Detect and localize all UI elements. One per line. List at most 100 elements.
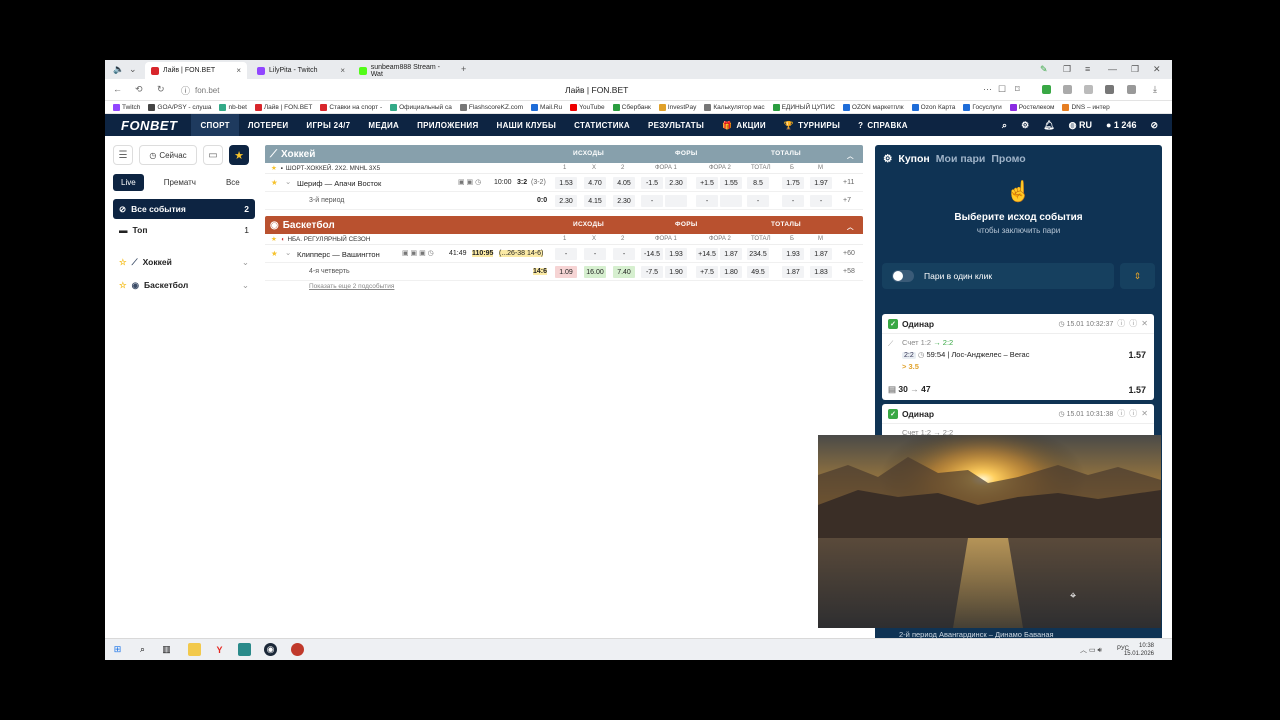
star-icon[interactable]: ★ <box>271 249 278 258</box>
bet-card[interactable]: ✓ Одинар ◷ 15.01 10:32:37 ⓘ ⓘ ✕ ⟋ Счет 1… <box>882 314 1154 400</box>
site-info-icon[interactable]: ⓘ <box>181 84 190 97</box>
star-icon[interactable]: ★ <box>271 165 277 172</box>
sidebar-item-all-events[interactable]: ⊘ Все события 2 <box>113 199 255 219</box>
odds-cell[interactable]: 234.5 <box>747 248 769 260</box>
odds-cell[interactable] <box>720 195 742 207</box>
bookmark-item[interactable]: OZON маркетплк <box>842 103 904 111</box>
odds-cell[interactable]: +1.5 <box>696 177 718 189</box>
odds-cell[interactable]: 2.30 <box>613 195 635 207</box>
bookmark-item[interactable]: Официальный са <box>390 103 452 111</box>
extension-icon[interactable]: ✎ <box>1040 64 1048 75</box>
odds-cell[interactable]: -14.5 <box>641 248 663 260</box>
maximize-icon[interactable]: ❐ <box>1131 64 1139 75</box>
period-row-hockey[interactable]: 3-й период 0:0 2.30 4.15 2.30- - - - - +7 <box>265 192 863 210</box>
task-view-icon[interactable]: ▥ <box>160 643 173 656</box>
tab-manager-icon[interactable]: ❐ <box>1063 64 1071 75</box>
steam-icon[interactable]: ◉ <box>264 643 277 656</box>
outcomes-header[interactable]: ИСХОДЫ <box>573 150 604 157</box>
fonbet-logo[interactable]: FONBET <box>121 118 177 133</box>
info-icon[interactable]: ⓘ <box>1117 318 1125 329</box>
odds-cell[interactable]: 1.53 <box>555 177 577 189</box>
odds-cell[interactable]: 1.90 <box>665 266 687 278</box>
download-icon[interactable]: ⤓ <box>1153 84 1157 95</box>
odds-cell[interactable]: 4.05 <box>613 177 635 189</box>
bookmark-item[interactable]: nb-bet <box>219 103 247 111</box>
more-markets-link[interactable]: +11 <box>843 179 854 186</box>
balance[interactable]: ● 1 246 <box>1106 120 1136 130</box>
totals-header[interactable]: ТОТАЛЫ <box>771 221 801 228</box>
nav-help[interactable]: ? СПРАВКА <box>849 114 917 136</box>
odds-cell[interactable]: 8.5 <box>747 177 769 189</box>
bookmarks-icon[interactable]: ⌑ <box>1015 84 1020 95</box>
odds-cell[interactable]: - <box>696 195 718 207</box>
odds-cell[interactable]: 1.09 <box>555 266 577 278</box>
favorites-button[interactable]: ★ <box>229 145 249 165</box>
tab-fonbet[interactable]: Лайв | FON.BET × <box>145 62 247 79</box>
help-icon[interactable]: ⓘ <box>1129 318 1137 329</box>
back-icon[interactable]: ← <box>113 84 122 94</box>
odds-cell[interactable]: - <box>555 248 577 260</box>
app-icon[interactable] <box>291 643 304 656</box>
odds-cell[interactable]: +7.5 <box>696 266 718 278</box>
odds-cell[interactable]: - <box>641 195 663 207</box>
event-row-hockey[interactable]: ★ ⌄ Шериф — Апачи Восток ▣ ▣ ◷ 10:00 3:2… <box>265 174 863 192</box>
bookmark-item[interactable]: Ростелеком <box>1009 103 1054 111</box>
odds-cell[interactable]: -7.5 <box>641 266 663 278</box>
media-icon[interactable] <box>1105 85 1114 94</box>
minimize-icon[interactable]: — <box>1108 64 1117 74</box>
collapse-icon[interactable]: ︿ <box>847 150 854 160</box>
stats-icon[interactable]: ▣ ▣ ▣ ◷ <box>402 249 434 257</box>
tab-promo[interactable]: Промо <box>991 153 1025 165</box>
odds-cell[interactable]: 7.40 <box>613 266 635 278</box>
nav-tournaments[interactable]: 🏆 ТУРНИРЫ <box>775 114 849 136</box>
calculator-icon[interactable] <box>238 643 251 656</box>
nav-media[interactable]: МЕДИА <box>359 114 408 136</box>
bookmark-item[interactable]: Лайв | FON.BET <box>254 103 312 111</box>
filter-button[interactable]: ☰ <box>113 145 133 165</box>
odds-cell[interactable]: - <box>584 248 606 260</box>
shield-icon[interactable] <box>1042 85 1051 94</box>
extensions-icon[interactable] <box>1084 85 1093 94</box>
bookmark-item[interactable]: Ozon Карта <box>911 103 955 111</box>
globe-icon[interactable] <box>1063 85 1072 94</box>
odds-cell[interactable]: 1.87 <box>810 248 832 260</box>
event-row-basketball[interactable]: ★ ⌄ Клипперс — Вашингтон ▣ ▣ ▣ ◷ 41:49 1… <box>265 245 863 263</box>
bookmark-item[interactable]: Госуслуги <box>963 103 1002 111</box>
odds-cell[interactable]: 1.97 <box>810 177 832 189</box>
bookmark-item[interactable]: Twitch <box>113 103 140 111</box>
nav-sport[interactable]: СПОРТ <box>191 114 239 136</box>
sidebar-item-top[interactable]: ▬ Топ 1 <box>113 219 255 241</box>
odds-cell[interactable]: - <box>810 195 832 207</box>
windows-start-icon[interactable]: ⊞ <box>111 643 124 656</box>
nav-games[interactable]: ИГРЫ 24/7 <box>297 114 359 136</box>
league-row-basketball[interactable]: ★ ◖ НБА. РЕГУЛЯРНЫЙ СЕЗОН 1 X 2 ФОРА 1 Ф… <box>265 234 863 245</box>
totals-header[interactable]: ТОТАЛЫ <box>771 150 801 157</box>
nav-statistics[interactable]: СТАТИСТИКА <box>565 114 639 136</box>
odds-cell[interactable]: 2.30 <box>665 177 687 189</box>
speaker-icon[interactable]: 🔈 <box>113 64 124 75</box>
url-field[interactable]: fon.bet <box>195 86 219 95</box>
file-explorer-icon[interactable] <box>188 643 201 656</box>
more-markets-link[interactable]: +58 <box>843 268 855 275</box>
sync-icon[interactable]: ⟲ <box>135 84 143 95</box>
handicaps-header[interactable]: ФОРЫ <box>675 221 698 228</box>
odds-cell[interactable]: 1.87 <box>720 248 742 260</box>
league-row-hockey[interactable]: ★ ▪ ШОРТ-ХОККЕЙ. 2Х2. MNHL 3X5 1 X 2 ФОР… <box>265 163 863 174</box>
gear-icon[interactable]: ⚙ <box>883 153 892 165</box>
odds-cell[interactable] <box>665 195 687 207</box>
odds-cell[interactable]: 4.70 <box>584 177 606 189</box>
odds-cell[interactable]: 4.15 <box>584 195 606 207</box>
more-icon[interactable]: ⋯ <box>983 84 992 95</box>
nav-lotteries[interactable]: ЛОТЕРЕИ <box>239 114 298 136</box>
close-icon[interactable]: ✕ <box>1141 409 1148 418</box>
sidebar-item-hockey[interactable]: ☆ ⟋ Хоккей ⌄ <box>113 251 255 273</box>
chevron-down-icon[interactable]: ⌄ <box>129 64 137 75</box>
handicaps-header[interactable]: ФОРЫ <box>675 150 698 157</box>
odds-cell[interactable]: 2.30 <box>555 195 577 207</box>
tray-icons[interactable]: ︿ ▭ 🔊︎ <box>1080 645 1102 655</box>
sport-header-hockey[interactable]: ⟋ Хоккей ИСХОДЫ ФОРЫ ТОТАЛЫ ︿ <box>265 145 863 163</box>
bookmark-item[interactable]: InvestPay <box>658 103 696 111</box>
nav-apps[interactable]: ПРИЛОЖЕНИЯ <box>408 114 487 136</box>
odds-cell[interactable]: 1.93 <box>782 248 804 260</box>
chevron-down-icon[interactable]: ⌄ <box>242 280 249 291</box>
